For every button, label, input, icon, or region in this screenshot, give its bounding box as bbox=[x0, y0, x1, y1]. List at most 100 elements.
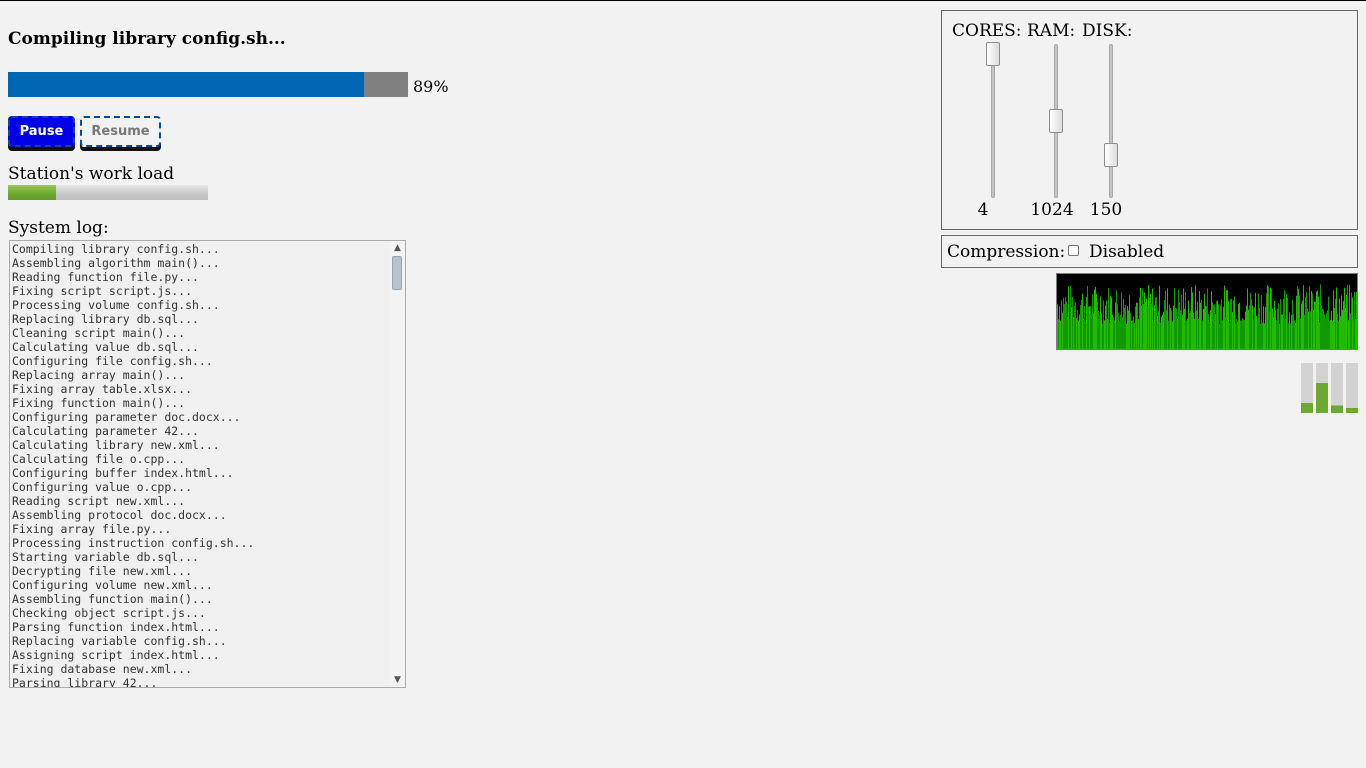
activity-bar bbox=[1245, 311, 1246, 349]
activity-bar bbox=[1352, 297, 1353, 349]
activity-bar bbox=[1215, 314, 1216, 349]
cores-slider-thumb[interactable] bbox=[986, 42, 1000, 66]
activity-bar bbox=[1103, 300, 1104, 349]
compression-state: Disabled bbox=[1089, 242, 1165, 262]
activity-bar bbox=[1158, 311, 1159, 349]
disk-slider[interactable] bbox=[1098, 42, 1124, 200]
log-scroll-thumb[interactable] bbox=[392, 256, 402, 290]
system-log[interactable]: Compiling library config.sh... Assembling… bbox=[9, 240, 406, 688]
activity-bar bbox=[1257, 319, 1258, 349]
activity-bar bbox=[1115, 302, 1116, 349]
activity-bar bbox=[1176, 308, 1177, 349]
log-line: Configuring file config.sh... bbox=[12, 354, 213, 368]
log-line: Calculating parameter 42... bbox=[12, 424, 199, 438]
log-line: Cleaning script main()... bbox=[12, 326, 186, 340]
activity-bar bbox=[1349, 284, 1350, 349]
resume-button[interactable]: Resume bbox=[80, 116, 161, 147]
activity-bar bbox=[1070, 285, 1071, 349]
log-line: Processing volume config.sh... bbox=[12, 298, 220, 312]
system-log-label: System log: bbox=[8, 218, 109, 238]
compression-checkbox[interactable] bbox=[1068, 245, 1079, 256]
activity-bar bbox=[1178, 289, 1179, 349]
log-scrollbar[interactable]: ▲ ▼ bbox=[390, 241, 405, 687]
activity-bar bbox=[1190, 311, 1191, 349]
activity-bar bbox=[1254, 307, 1255, 349]
activity-bar bbox=[1231, 298, 1232, 349]
activity-bar bbox=[1118, 312, 1119, 349]
activity-bar bbox=[1098, 311, 1099, 349]
activity-bar bbox=[1162, 314, 1163, 349]
activity-bar bbox=[1346, 294, 1347, 349]
log-line: Replacing library db.sql... bbox=[12, 312, 199, 326]
activity-bar bbox=[1191, 287, 1192, 349]
activity-bar bbox=[1147, 306, 1148, 349]
activity-bar bbox=[1192, 292, 1193, 349]
activity-bar bbox=[1325, 318, 1326, 349]
activity-bar bbox=[1223, 306, 1224, 349]
activity-bar bbox=[1166, 310, 1167, 349]
activity-bar bbox=[1156, 296, 1157, 349]
log-line: Configuring volume new.xml... bbox=[12, 578, 213, 592]
activity-bar bbox=[1328, 296, 1329, 349]
activity-bar bbox=[1297, 286, 1298, 349]
cores-value: 4 bbox=[977, 200, 989, 220]
activity-bar bbox=[1289, 312, 1290, 349]
activity-bar bbox=[1209, 321, 1210, 349]
activity-bar bbox=[1122, 317, 1123, 349]
activity-bar bbox=[1353, 320, 1354, 349]
activity-bar bbox=[1239, 302, 1240, 349]
activity-bar bbox=[1171, 310, 1172, 349]
log-line: Checking object script.js... bbox=[12, 606, 206, 620]
activity-bar bbox=[1138, 319, 1139, 349]
activity-bar bbox=[1244, 319, 1245, 349]
activity-bar bbox=[1131, 320, 1132, 349]
activity-bar bbox=[1288, 323, 1289, 349]
ram-slider[interactable] bbox=[1043, 42, 1069, 200]
log-line: Fixing script script.js... bbox=[12, 284, 193, 298]
activity-bar bbox=[1242, 318, 1243, 349]
cores-slider[interactable] bbox=[980, 42, 1006, 200]
activity-bar bbox=[1295, 322, 1296, 349]
scroll-up-icon[interactable]: ▲ bbox=[390, 241, 405, 255]
activity-bar bbox=[1331, 310, 1332, 349]
activity-bar bbox=[1342, 309, 1343, 349]
activity-bar bbox=[1184, 308, 1185, 349]
activity-bar bbox=[1120, 314, 1121, 349]
activity-bar bbox=[1075, 302, 1076, 349]
activity-bar bbox=[1057, 304, 1058, 349]
activity-bar bbox=[1129, 295, 1130, 349]
activity-bar bbox=[1132, 320, 1133, 349]
disk-slider-thumb[interactable] bbox=[1104, 143, 1118, 167]
activity-bar bbox=[1210, 310, 1211, 349]
activity-bar bbox=[1265, 306, 1266, 349]
log-line: Fixing array table.xlsx... bbox=[12, 382, 193, 396]
activity-bar bbox=[1275, 310, 1276, 349]
activity-bar bbox=[1332, 320, 1333, 349]
activity-bar bbox=[1220, 305, 1221, 349]
log-line: Configuring buffer index.html... bbox=[12, 466, 234, 480]
activity-bar bbox=[1189, 312, 1190, 349]
activity-bar bbox=[1271, 289, 1272, 349]
activity-bar bbox=[1097, 301, 1098, 349]
activity-bar bbox=[1104, 320, 1105, 349]
activity-bar bbox=[1233, 300, 1234, 349]
workload-fill bbox=[8, 185, 56, 200]
activity-bar bbox=[1261, 295, 1262, 349]
activity-bar bbox=[1324, 314, 1325, 349]
activity-bar bbox=[1202, 320, 1203, 349]
disk-value: 150 bbox=[1089, 200, 1123, 220]
activity-bar bbox=[1151, 303, 1152, 349]
scroll-down-icon[interactable]: ▼ bbox=[390, 673, 405, 687]
activity-bar bbox=[1067, 316, 1068, 349]
activity-bar bbox=[1106, 300, 1107, 349]
pause-button[interactable]: Pause bbox=[8, 116, 75, 147]
activity-bar bbox=[1128, 310, 1129, 349]
ram-slider-thumb[interactable] bbox=[1049, 109, 1063, 133]
activity-bar bbox=[1159, 285, 1160, 349]
activity-bar bbox=[1149, 297, 1150, 349]
activity-bar bbox=[1161, 316, 1162, 349]
activity-bar bbox=[1329, 321, 1330, 349]
activity-bar bbox=[1230, 299, 1231, 349]
activity-bar bbox=[1092, 294, 1093, 349]
activity-bar bbox=[1069, 319, 1070, 349]
